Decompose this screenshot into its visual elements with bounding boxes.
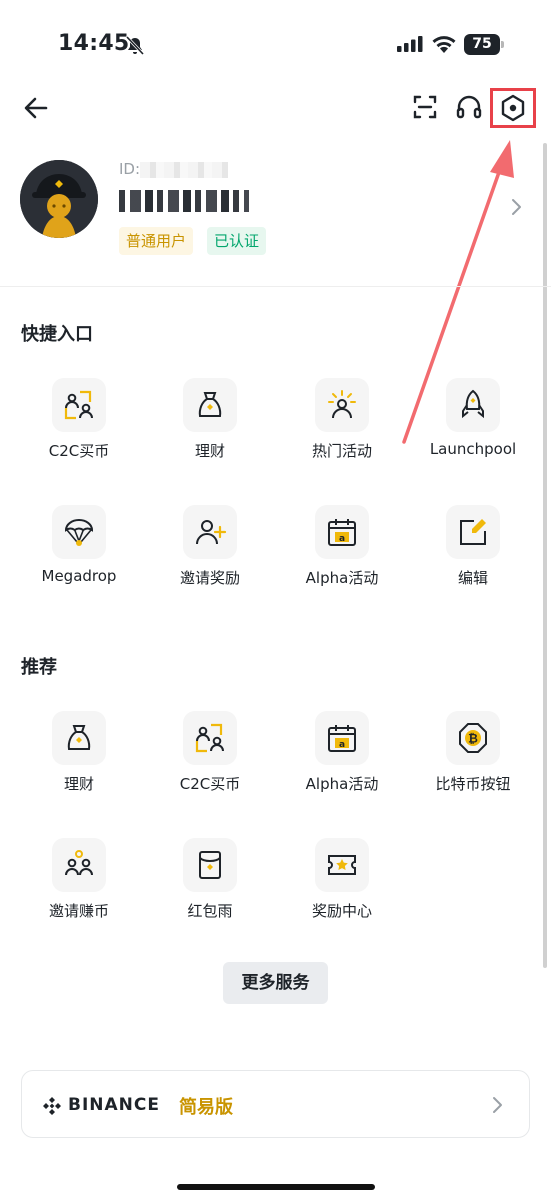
item-label: 比特币按钮 — [435, 775, 511, 793]
lite-mode-label: 简易版 — [179, 1097, 233, 1118]
svg-text:₿: ₿ — [468, 732, 478, 746]
edit-icon — [460, 519, 486, 545]
item-label: 理财 — [194, 442, 225, 460]
item-label: Megadrop — [41, 567, 117, 585]
quick-item-alpha-activity[interactable]: a Alpha活动 — [276, 505, 408, 615]
quick-item-hot-activity[interactable]: 热门活动 — [276, 378, 408, 488]
rec-item-red-packet[interactable]: 红包雨 — [144, 838, 276, 948]
item-label: C2C买币 — [179, 775, 241, 793]
back-arrow-icon[interactable] — [22, 94, 50, 122]
c2c-icon — [195, 723, 224, 753]
quick-item-earn[interactable]: 理财 — [144, 378, 276, 488]
bell-muted-icon — [125, 35, 145, 56]
svg-text:a: a — [339, 740, 345, 750]
alpha-calendar-icon: a — [328, 519, 356, 546]
item-label: Launchpool — [429, 440, 517, 458]
binance-brand-text: BINANCE — [68, 1095, 160, 1115]
battery-icon: 75 — [464, 34, 504, 55]
binance-logo-icon — [43, 1097, 61, 1115]
reward-ticket-icon — [328, 855, 356, 875]
scrollbar[interactable] — [543, 143, 547, 968]
settings-hexagon-icon — [501, 94, 525, 122]
item-label: 编辑 — [457, 569, 488, 587]
item-label: Alpha活动 — [305, 775, 379, 793]
rec-item-reward-center[interactable]: 奖励中心 — [276, 838, 408, 948]
earn-bag-icon — [67, 725, 91, 750]
settings-button[interactable] — [490, 88, 536, 128]
status-bar: 14:45 75 — [0, 0, 551, 90]
chevron-right-icon — [493, 1097, 502, 1113]
chevron-right-icon[interactable] — [508, 197, 524, 217]
quick-item-launchpool[interactable]: Launchpool — [407, 378, 539, 488]
item-label: 奖励中心 — [311, 902, 372, 920]
item-label: 邀请奖励 — [179, 569, 240, 587]
invite-user-icon — [196, 520, 227, 545]
verified-badge[interactable]: 已认证 — [207, 227, 267, 255]
avatar-image — [20, 160, 98, 238]
avatar[interactable] — [20, 160, 98, 238]
rec-item-bitcoin-button[interactable]: ₿ 比特币按钮 — [407, 711, 539, 821]
item-label: 邀请赚币 — [48, 902, 109, 920]
c2c-icon — [64, 390, 93, 420]
quick-item-invite-rewards[interactable]: 邀请奖励 — [144, 505, 276, 615]
profile-page: 14:45 75 ID:8 普通用户 已认证 快捷入口 C2C买币 理财 热门活… — [0, 0, 551, 1200]
bitcoin-button-icon: ₿ — [459, 723, 487, 753]
rec-item-alpha-activity[interactable]: a Alpha活动 — [276, 711, 408, 821]
section-title-recommended: 推荐 — [21, 657, 57, 678]
id-redaction — [140, 162, 228, 178]
scan-icon[interactable] — [412, 94, 438, 120]
svg-text:a: a — [339, 534, 345, 544]
rocket-icon — [462, 389, 484, 419]
parachute-icon — [64, 519, 94, 546]
hot-activity-icon — [328, 390, 356, 419]
quick-item-edit[interactable]: 编辑 — [407, 505, 539, 615]
quick-item-megadrop[interactable]: Megadrop — [13, 505, 145, 615]
cellular-signal-icon — [397, 36, 423, 52]
divider — [0, 286, 551, 287]
item-label: 理财 — [63, 775, 94, 793]
battery-level: 75 — [464, 34, 500, 55]
binance-lite-card[interactable]: BINANCE 简易版 — [21, 1070, 530, 1138]
item-label: 红包雨 — [187, 902, 233, 920]
section-title-quick-access: 快捷入口 — [21, 324, 93, 345]
rec-item-earn[interactable]: 理财 — [13, 711, 145, 821]
item-label: 热门活动 — [311, 442, 372, 460]
quick-item-c2c[interactable]: C2C买币 — [13, 378, 145, 488]
wifi-icon — [432, 36, 456, 53]
home-indicator[interactable] — [177, 1184, 375, 1190]
rec-item-c2c[interactable]: C2C买币 — [144, 711, 276, 821]
more-services-button[interactable]: 更多服务 — [223, 962, 328, 1004]
invite-earn-icon — [65, 850, 93, 876]
headset-support-icon[interactable] — [455, 94, 483, 122]
status-time: 14:45 — [58, 31, 130, 56]
earn-bag-icon — [198, 392, 222, 417]
item-label: C2C买币 — [48, 442, 110, 460]
red-packet-icon — [199, 851, 221, 879]
name-redaction — [119, 190, 249, 212]
alpha-calendar-icon: a — [328, 725, 356, 752]
rec-item-invite-earn[interactable]: 邀请赚币 — [13, 838, 145, 948]
user-level-badge[interactable]: 普通用户 — [119, 227, 194, 255]
item-label: Alpha活动 — [305, 569, 379, 587]
